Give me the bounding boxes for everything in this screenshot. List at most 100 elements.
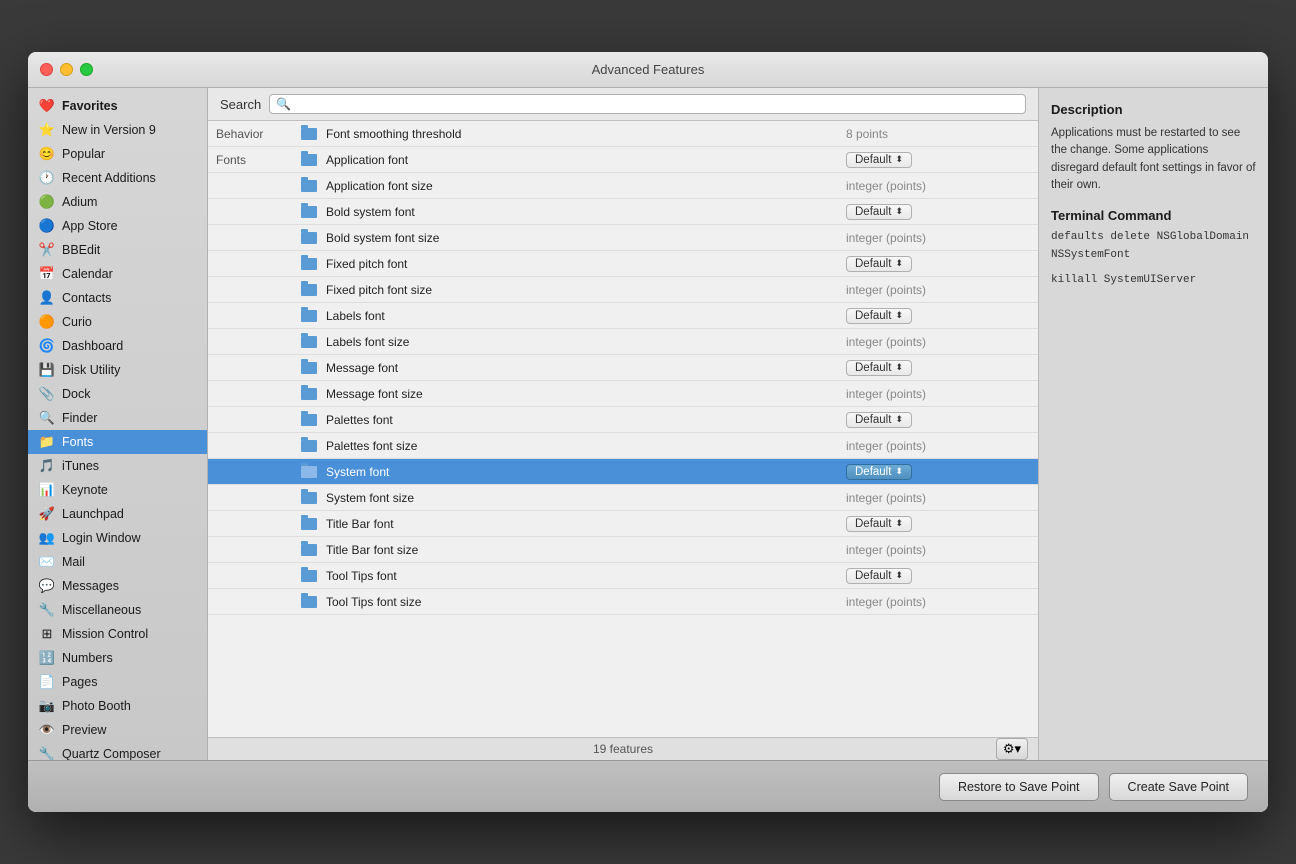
sidebar-item-label: App Store xyxy=(62,219,118,233)
row-name: Application font size xyxy=(320,176,838,196)
table-row[interactable]: Message font Default ⬍ xyxy=(208,355,1038,381)
table-row[interactable]: Title Bar font size integer (points) xyxy=(208,537,1038,563)
sidebar-item-dashboard[interactable]: 🌀 Dashboard xyxy=(28,334,207,358)
sidebar-item-label: Photo Booth xyxy=(62,699,131,713)
create-save-point-button[interactable]: Create Save Point xyxy=(1109,773,1248,801)
search-input[interactable] xyxy=(295,97,1019,111)
chevron-down-icon: ⬍ xyxy=(895,206,903,217)
sidebar-item-photo-booth[interactable]: 📷 Photo Booth xyxy=(28,694,207,718)
sidebar-item-disk-utility[interactable]: 💾 Disk Utility xyxy=(28,358,207,382)
sidebar-item-miscellaneous[interactable]: 🔧 Miscellaneous xyxy=(28,598,207,622)
sidebar-item-itunes[interactable]: 🎵 iTunes xyxy=(28,454,207,478)
sidebar-item-quartz-composer[interactable]: 🔧 Quartz Composer xyxy=(28,742,207,760)
table-row[interactable]: Labels font Default ⬍ xyxy=(208,303,1038,329)
sidebar-item-curio[interactable]: 🟠 Curio xyxy=(28,310,207,334)
row-category xyxy=(208,417,298,423)
table-row[interactable]: Bold system font Default ⬍ xyxy=(208,199,1038,225)
row-name: Message font xyxy=(320,358,838,378)
default-dropdown[interactable]: Default ⬍ xyxy=(846,516,912,532)
sidebar-item-label: Finder xyxy=(62,411,97,425)
sidebar-item-favorites[interactable]: ❤️ Favorites xyxy=(28,94,207,118)
sidebar-item-preview[interactable]: 👁️ Preview xyxy=(28,718,207,742)
table-row-selected[interactable]: System font Default ⬍ xyxy=(208,459,1038,485)
sidebar-item-label: Mission Control xyxy=(62,627,148,641)
row-name: Bold system font size xyxy=(320,228,838,248)
table-row[interactable]: Tool Tips font Default ⬍ xyxy=(208,563,1038,589)
sidebar-item-numbers[interactable]: 🔢 Numbers xyxy=(28,646,207,670)
table-row[interactable]: Message font size integer (points) xyxy=(208,381,1038,407)
table-row[interactable]: Palettes font Default ⬍ xyxy=(208,407,1038,433)
row-value: integer (points) xyxy=(838,228,1038,248)
popular-icon: 😊 xyxy=(38,145,56,163)
sidebar-item-recent-additions[interactable]: 🕐 Recent Additions xyxy=(28,166,207,190)
gear-button[interactable]: ⚙▾ xyxy=(996,738,1028,760)
restore-save-point-button[interactable]: Restore to Save Point xyxy=(939,773,1099,801)
row-value: Default ⬍ xyxy=(838,149,1038,171)
default-dropdown[interactable]: Default ⬍ xyxy=(846,308,912,324)
sidebar-item-fonts[interactable]: 📁 Fonts xyxy=(28,430,207,454)
sidebar-item-pages[interactable]: 📄 Pages xyxy=(28,670,207,694)
minimize-button[interactable] xyxy=(60,63,73,76)
default-dropdown[interactable]: Default ⬍ xyxy=(846,464,912,480)
sidebar-item-app-store[interactable]: 🔵 App Store xyxy=(28,214,207,238)
main-content: Search 🔍 Behavior Font smoothing thresho… xyxy=(208,88,1038,760)
table-row[interactable]: Palettes font size integer (points) xyxy=(208,433,1038,459)
table-row[interactable]: Application font size integer (points) xyxy=(208,173,1038,199)
chevron-down-icon: ⬍ xyxy=(895,518,903,529)
maximize-button[interactable] xyxy=(80,63,93,76)
table-row[interactable]: Title Bar font Default ⬍ xyxy=(208,511,1038,537)
traffic-lights xyxy=(40,63,93,76)
row-value: integer (points) xyxy=(838,280,1038,300)
row-folder-icon xyxy=(298,154,320,166)
row-value: Default ⬍ xyxy=(838,201,1038,223)
default-dropdown[interactable]: Default ⬍ xyxy=(846,204,912,220)
sidebar-item-adium[interactable]: 🟢 Adium xyxy=(28,190,207,214)
sidebar-item-bbedit[interactable]: ✂️ BBEdit xyxy=(28,238,207,262)
itunes-icon: 🎵 xyxy=(38,457,56,475)
default-dropdown[interactable]: Default ⬍ xyxy=(846,360,912,376)
window-body: ❤️ Favorites ⭐ New in Version 9 😊 Popula… xyxy=(28,88,1268,760)
sidebar-item-label: Recent Additions xyxy=(62,171,156,185)
search-bar: Search 🔍 xyxy=(208,88,1038,121)
table-row[interactable]: System font size integer (points) xyxy=(208,485,1038,511)
row-value: integer (points) xyxy=(838,332,1038,352)
table-row[interactable]: Fonts Application font Default ⬍ xyxy=(208,147,1038,173)
row-category xyxy=(208,287,298,293)
row-folder-icon xyxy=(298,596,320,608)
sidebar-item-launchpad[interactable]: 🚀 Launchpad xyxy=(28,502,207,526)
row-folder-icon xyxy=(298,310,320,322)
sidebar-item-label: Pages xyxy=(62,675,97,689)
sidebar-item-mission-control[interactable]: ⊞ Mission Control xyxy=(28,622,207,646)
sidebar-item-login-window[interactable]: 👥 Login Window xyxy=(28,526,207,550)
default-dropdown[interactable]: Default ⬍ xyxy=(846,256,912,272)
table-row[interactable]: Behavior Font smoothing threshold 8 poin… xyxy=(208,121,1038,147)
row-folder-icon xyxy=(298,336,320,348)
sidebar-item-finder[interactable]: 🔍 Finder xyxy=(28,406,207,430)
sidebar-item-messages[interactable]: 💬 Messages xyxy=(28,574,207,598)
search-icon: 🔍 xyxy=(276,97,291,111)
calendar-icon: 📅 xyxy=(38,265,56,283)
table-row[interactable]: Fixed pitch font Default ⬍ xyxy=(208,251,1038,277)
default-dropdown[interactable]: Default ⬍ xyxy=(846,568,912,584)
row-name: Palettes font xyxy=(320,410,838,430)
bottom-bar: Restore to Save Point Create Save Point xyxy=(28,760,1268,812)
table-row[interactable]: Labels font size integer (points) xyxy=(208,329,1038,355)
sidebar-item-contacts[interactable]: 👤 Contacts xyxy=(28,286,207,310)
sidebar-item-popular[interactable]: 😊 Popular xyxy=(28,142,207,166)
default-dropdown[interactable]: Default ⬍ xyxy=(846,152,912,168)
finder-icon: 🔍 xyxy=(38,409,56,427)
row-name: Palettes font size xyxy=(320,436,838,456)
sidebar-item-new-in-v9[interactable]: ⭐ New in Version 9 xyxy=(28,118,207,142)
close-button[interactable] xyxy=(40,63,53,76)
sidebar-item-dock[interactable]: 📎 Dock xyxy=(28,382,207,406)
chevron-down-icon: ⬍ xyxy=(895,362,903,373)
pages-icon: 📄 xyxy=(38,673,56,691)
table-row[interactable]: Bold system font size integer (points) xyxy=(208,225,1038,251)
search-input-wrapper[interactable]: 🔍 xyxy=(269,94,1026,114)
table-row[interactable]: Fixed pitch font size integer (points) xyxy=(208,277,1038,303)
default-dropdown[interactable]: Default ⬍ xyxy=(846,412,912,428)
sidebar-item-keynote[interactable]: 📊 Keynote xyxy=(28,478,207,502)
table-row[interactable]: Tool Tips font size integer (points) xyxy=(208,589,1038,615)
sidebar-item-mail[interactable]: ✉️ Mail xyxy=(28,550,207,574)
sidebar-item-calendar[interactable]: 📅 Calendar xyxy=(28,262,207,286)
